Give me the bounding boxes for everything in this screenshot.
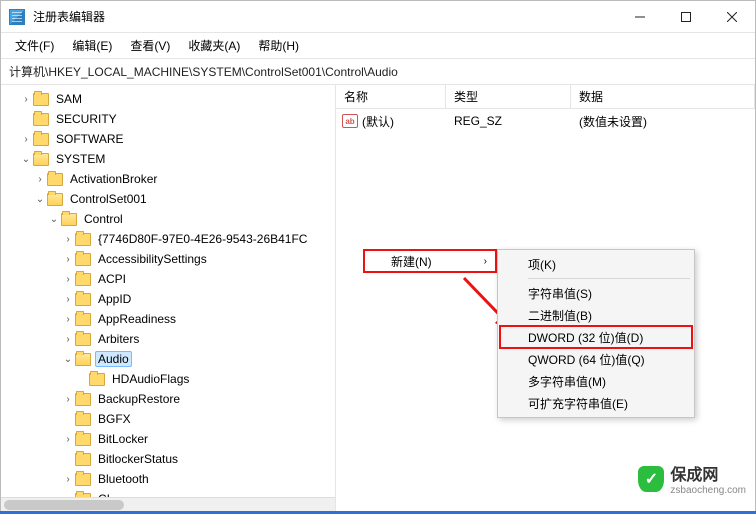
menu-separator	[528, 278, 690, 279]
watermark-url: zsbaocheng.com	[670, 485, 746, 496]
values-header: 名称 类型 数据	[336, 85, 755, 109]
maximize-button[interactable]	[663, 1, 709, 33]
new-submenu: 项(K) 字符串值(S) 二进制值(B) DWORD (32 位)值(D) QW…	[497, 249, 695, 418]
address-bar[interactable]: 计算机\HKEY_LOCAL_MACHINE\SYSTEM\ControlSet…	[1, 59, 755, 85]
tree-node-activationbroker[interactable]: ›ActivationBroker	[5, 169, 335, 189]
col-header-data[interactable]: 数据	[571, 85, 755, 108]
tree-node-system[interactable]: ⌄SYSTEM	[5, 149, 335, 169]
tree-pane[interactable]: ›SAM ›SECURITY ›SOFTWARE ⌄SYSTEM ›Activa…	[1, 85, 336, 513]
menu-help[interactable]: 帮助(H)	[252, 34, 305, 57]
tree-node-guid[interactable]: ›{7746D80F-97E0-4E26-9543-26B41FC	[5, 229, 335, 249]
watermark-text: 保成网	[670, 461, 746, 485]
col-header-type[interactable]: 类型	[446, 85, 571, 108]
tree-node-controlset001[interactable]: ⌄ControlSet001	[5, 189, 335, 209]
address-text: 计算机\HKEY_LOCAL_MACHINE\SYSTEM\ControlSet…	[9, 63, 398, 80]
submenu-multistring[interactable]: 多字符串值(M)	[500, 370, 692, 392]
submenu-string[interactable]: 字符串值(S)	[500, 282, 692, 304]
shield-icon: ✓	[638, 466, 664, 492]
close-button[interactable]	[709, 1, 755, 33]
tree-node-bluetooth[interactable]: ›Bluetooth	[5, 469, 335, 489]
watermark: ✓ 保成网 zsbaocheng.com	[632, 459, 752, 498]
window-title: 注册表编辑器	[33, 8, 617, 25]
menu-view[interactable]: 查看(V)	[124, 34, 176, 57]
tree-node-security[interactable]: ›SECURITY	[5, 109, 335, 129]
tree-node-appid[interactable]: ›AppID	[5, 289, 335, 309]
submenu-qword[interactable]: QWORD (64 位)值(Q)	[500, 348, 692, 370]
submenu-expandstring[interactable]: 可扩充字符串值(E)	[500, 392, 692, 414]
menu-edit[interactable]: 编辑(E)	[66, 34, 118, 57]
values-list[interactable]: ab (默认) REG_SZ (数值未设置)	[336, 109, 755, 133]
value-name: (默认)	[362, 113, 394, 130]
context-menu-new-label: 新建(N)	[391, 253, 432, 270]
tree-node-appreadiness[interactable]: ›AppReadiness	[5, 309, 335, 329]
tree-node-control[interactable]: ⌄Control	[5, 209, 335, 229]
tree-node-hdaudioflags[interactable]: ›HDAudioFlags	[5, 369, 335, 389]
value-type: REG_SZ	[446, 114, 571, 128]
tree-node-backuprestore[interactable]: ›BackupRestore	[5, 389, 335, 409]
tree-node-acpi[interactable]: ›ACPI	[5, 269, 335, 289]
tree-scrollbar-thumb[interactable]	[4, 500, 124, 510]
tree-node-arbiters[interactable]: ›Arbiters	[5, 329, 335, 349]
regedit-icon	[9, 9, 25, 25]
tree-node-audio[interactable]: ⌄Audio	[5, 349, 335, 369]
menubar: 文件(F) 编辑(E) 查看(V) 收藏夹(A) 帮助(H)	[1, 33, 755, 59]
col-header-name[interactable]: 名称	[336, 85, 446, 108]
tree-node-bitlockerstatus[interactable]: ›BitlockerStatus	[5, 449, 335, 469]
tree-node-accessibility[interactable]: ›AccessibilitySettings	[5, 249, 335, 269]
window-controls	[617, 1, 755, 33]
tree-node-sam[interactable]: ›SAM	[5, 89, 335, 109]
titlebar: 注册表编辑器	[1, 1, 755, 33]
submenu-dword[interactable]: DWORD (32 位)值(D)	[500, 326, 692, 348]
tree-node-software[interactable]: ›SOFTWARE	[5, 129, 335, 149]
registry-tree: ›SAM ›SECURITY ›SOFTWARE ⌄SYSTEM ›Activa…	[5, 89, 335, 509]
tree-node-bgfx[interactable]: ›BGFX	[5, 409, 335, 429]
submenu-key[interactable]: 项(K)	[500, 253, 692, 275]
tree-node-bitlocker[interactable]: ›BitLocker	[5, 429, 335, 449]
minimize-button[interactable]	[617, 1, 663, 33]
value-row-default[interactable]: ab (默认) REG_SZ (数值未设置)	[336, 111, 755, 131]
value-data: (数值未设置)	[571, 113, 755, 130]
chevron-right-icon: ›	[484, 256, 487, 267]
context-menu-new[interactable]: 新建(N) ›	[363, 249, 497, 273]
menu-file[interactable]: 文件(F)	[9, 34, 60, 57]
submenu-binary[interactable]: 二进制值(B)	[500, 304, 692, 326]
menu-favorites[interactable]: 收藏夹(A)	[182, 34, 246, 57]
string-value-icon: ab	[342, 114, 358, 128]
